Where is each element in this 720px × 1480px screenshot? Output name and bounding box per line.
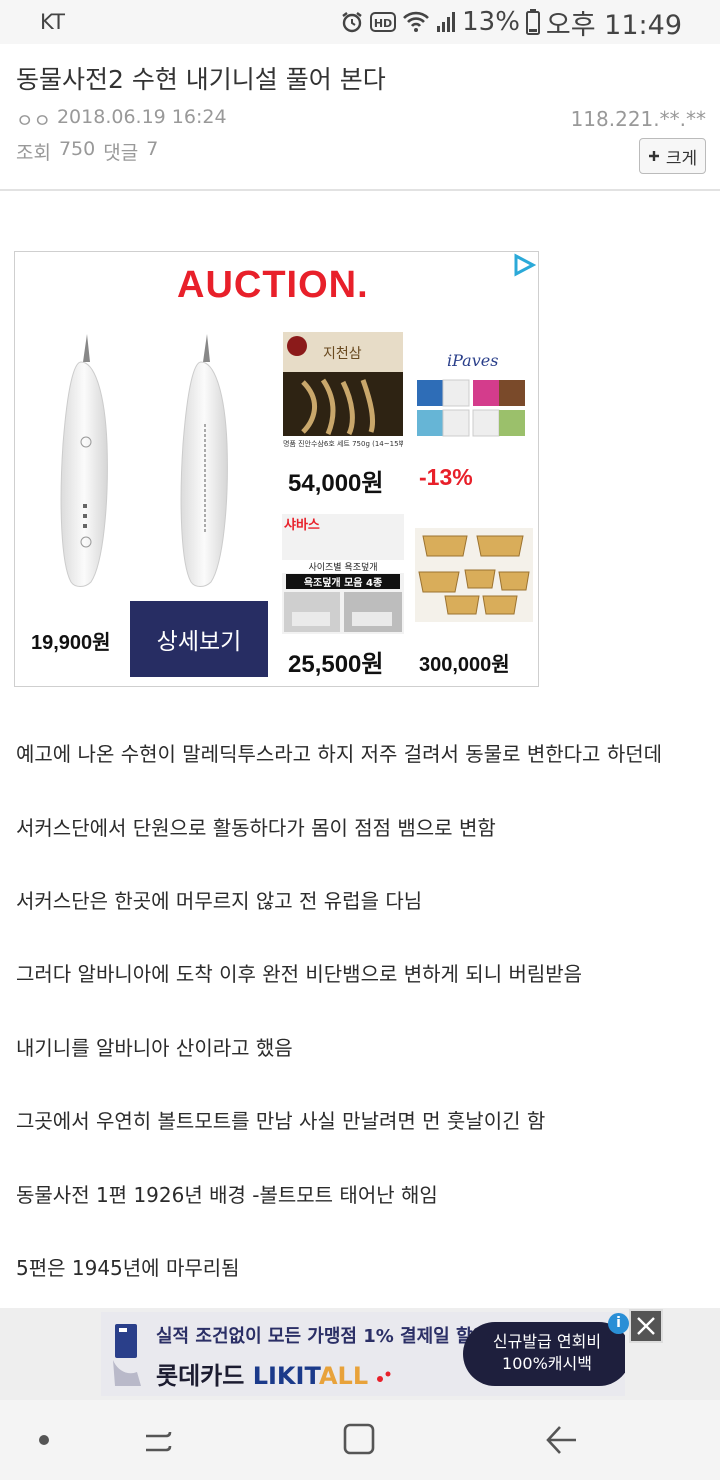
- product-image-bath-cover[interactable]: 샤바스 사이즈별 욕조덮개 욕조덮개 모음 4종: [282, 514, 404, 634]
- product-price-wooden-tub[interactable]: 300,000원: [419, 648, 510, 677]
- banner-brand: 롯데카드 LIKITALL: [156, 1356, 392, 1391]
- clock: 오후 11:49: [545, 9, 682, 41]
- home-icon[interactable]: [342, 1422, 376, 1456]
- lotte-card-logo: 롯데카드: [156, 1362, 245, 1390]
- card-hand-icon: [113, 1324, 141, 1386]
- enlarge-label: 크게: [665, 148, 698, 169]
- paragraph: 5편은 1945년에 마무리됨: [16, 1256, 240, 1280]
- paragraph: 그러다 알바니아에 도착 이후 완전 비단뱀으로 변하게 되니 버림받음: [16, 962, 583, 986]
- post-meta: ㅇㅇ 2018.06.19 16:24: [16, 106, 227, 133]
- auction-ad[interactable]: AUCTION. 19,900원 상세보기 지천삼 명품 진안수삼6호 세트 7…: [14, 251, 539, 687]
- shabath-label: 샤바스: [284, 518, 320, 533]
- views-label: 조회: [16, 142, 51, 164]
- recent-apps-icon[interactable]: [142, 1424, 174, 1456]
- paragraph: 서커스단은 한곳에 머무르지 않고 전 유럽을 다님: [16, 889, 423, 913]
- ginseng-illustration: 지천삼: [283, 332, 403, 452]
- product-image-ipaves[interactable]: iPaves: [415, 340, 533, 450]
- comments-count: 7: [146, 138, 159, 160]
- status-bar: KT HD 13% 오후 11:49: [0, 0, 720, 44]
- bath-cover-caption: 사이즈별 욕조덮개: [282, 560, 404, 573]
- paragraph: 내기니를 알바니아 산이라고 했음: [16, 1036, 293, 1060]
- lotte-card-banner[interactable]: 실적 조건없이 모든 가맹점 1% 결제일 할인 롯데카드 LIKITALL 신…: [101, 1312, 625, 1396]
- close-icon: [637, 1317, 655, 1335]
- paragraph: 동물사전 1편 1926년 배경 -볼트모트 태어난 해임: [16, 1183, 438, 1207]
- svg-text:지천삼: 지천삼: [323, 346, 362, 362]
- product-price-bath-cover[interactable]: 25,500원: [288, 644, 384, 679]
- banner-headline: 실적 조건없이 모든 가맹점 1% 결제일 할인: [156, 1326, 490, 1347]
- close-ad-button[interactable]: [629, 1309, 663, 1343]
- ginseng-caption: 명품 진안수삼6호 세트 750g (14~15뿌리): [283, 436, 403, 452]
- enlarge-text-button[interactable]: 크게: [639, 138, 706, 174]
- banner-cta[interactable]: 신규발급 연회비 100%캐시백: [463, 1322, 625, 1386]
- bath-cover-illustration: [284, 592, 402, 632]
- banner-cta-line1: 신규발급 연회비: [492, 1332, 602, 1351]
- info-icon[interactable]: i: [608, 1313, 629, 1334]
- header-divider: [0, 189, 720, 191]
- back-icon[interactable]: [544, 1424, 578, 1456]
- navigation-bar: [0, 1400, 720, 1480]
- author-ip: 118.221.**.**: [570, 107, 706, 131]
- post-date: 2018.06.19 16:24: [56, 106, 227, 128]
- author-name: ㅇㅇ: [16, 110, 51, 132]
- product-discount[interactable]: -13%: [419, 464, 473, 491]
- paragraph: 예고에 나온 수현이 말레딕투스라고 하지 저주 걸려서 동물로 변한다고 하던…: [16, 742, 663, 766]
- all-logo: ALL: [318, 1362, 369, 1390]
- detail-view-button[interactable]: 상세보기: [130, 601, 268, 677]
- carrier-label: KT: [40, 10, 65, 34]
- likit-logo: LIKIT: [252, 1362, 319, 1390]
- battery-percent: 13%: [462, 7, 520, 37]
- wifi-icon: [403, 11, 430, 32]
- signal-icon: [437, 12, 456, 32]
- hd-icon: HD: [370, 12, 397, 32]
- paragraph: 그곳에서 우연히 볼트모트를 만남 사실 만날려면 먼 훗날이긴 함: [16, 1109, 546, 1133]
- auction-logo: AUCTION.: [177, 264, 369, 306]
- plus-icon: [648, 151, 659, 161]
- product-price-pen[interactable]: 19,900원: [31, 626, 111, 655]
- post-title: 동물사전2 수현 내기니설 풀어 본다: [16, 65, 386, 94]
- paragraph: 서커스단에서 단원으로 활동하다가 몸이 점점 뱀으로 변함: [16, 816, 496, 840]
- bath-cover-badge: 욕조덮개 모음 4종: [286, 574, 400, 589]
- views-count: 750: [58, 138, 96, 160]
- ipaves-illustration: iPaves: [417, 351, 525, 437]
- post-stats: 조회 750 댓글 7: [16, 138, 158, 165]
- dot-icon[interactable]: [38, 1434, 50, 1446]
- banner-cta-line2: 100%캐시백: [502, 1354, 592, 1373]
- product-price-ginseng[interactable]: 54,000원: [288, 463, 384, 498]
- battery-icon: [525, 9, 540, 35]
- alarm-icon: [342, 12, 362, 33]
- svg-text:iPaves: iPaves: [447, 351, 498, 370]
- product-image-wooden-tub[interactable]: [415, 528, 533, 622]
- product-image-ginseng[interactable]: 지천삼 명품 진안수삼6호 세트 750g (14~15뿌리): [283, 332, 403, 452]
- hearts-icon: [377, 1371, 391, 1382]
- svg-text:HD: HD: [374, 17, 392, 30]
- product-image-pen[interactable]: [55, 334, 255, 590]
- comments-label: 댓글: [103, 142, 139, 164]
- status-icons: HD 13% 오후 11:49: [340, 6, 682, 41]
- adchoices-icon[interactable]: [512, 253, 536, 277]
